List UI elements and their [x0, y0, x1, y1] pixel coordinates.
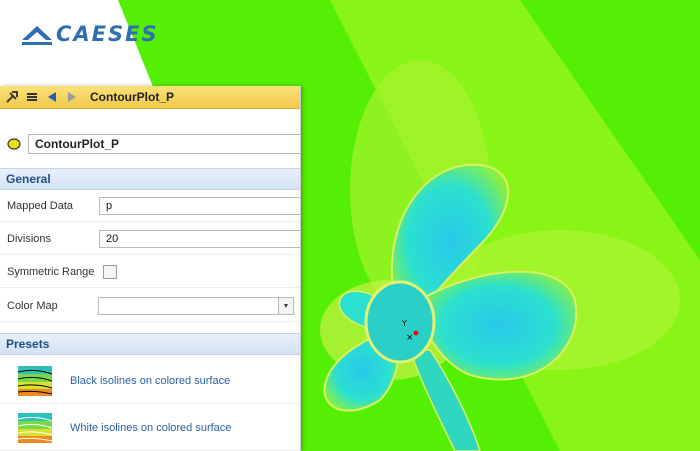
list-icon[interactable] [24, 89, 40, 105]
editor-title: ContourPlot_P [90, 90, 174, 104]
color-map-select[interactable]: ▼ [98, 297, 294, 315]
white-isolines-icon [18, 413, 52, 443]
chevron-down-icon[interactable]: ▼ [278, 298, 293, 314]
preset-item[interactable]: White isolines on colored surface [0, 406, 300, 451]
black-isolines-icon [18, 366, 52, 396]
symmetric-range-checkbox[interactable] [103, 265, 117, 279]
divisions-row: Divisions 20 [0, 224, 300, 255]
object-name-row: ContourPlot_P [6, 132, 300, 156]
tools-icon[interactable] [4, 89, 20, 105]
axis-origin-dot [413, 330, 419, 336]
forward-arrow-icon[interactable] [64, 89, 80, 105]
object-name-field[interactable]: ContourPlot_P [28, 134, 300, 154]
divisions-input[interactable]: 20 [99, 230, 300, 248]
contour-plot-icon [7, 138, 21, 150]
symmetric-range-label: Symmetric Range [7, 266, 95, 278]
divisions-label: Divisions [7, 233, 52, 245]
section-presets[interactable]: Presets [0, 333, 300, 355]
preset-label[interactable]: Black isolines on colored surface [70, 375, 230, 387]
symmetric-range-row: Symmetric Range [0, 257, 300, 288]
axis-y-label: Y [401, 319, 407, 328]
preset-label[interactable]: White isolines on colored surface [70, 422, 231, 434]
propeller-hub [364, 280, 436, 364]
preset-item[interactable]: Black isolines on colored surface [0, 359, 300, 404]
mapped-data-row: Mapped Data p [0, 191, 300, 222]
section-general[interactable]: General [0, 168, 300, 190]
axis-origin-marker: × [406, 333, 414, 343]
object-editor-panel: ContourPlot_P ContourPlot_P General Mapp… [0, 86, 301, 451]
color-map-label: Color Map [7, 300, 58, 312]
color-map-row: Color Map ▼ [0, 291, 300, 322]
logo-text: CAESES [56, 22, 159, 46]
mapped-data-label: Mapped Data [7, 200, 74, 212]
mapped-data-input[interactable]: p [99, 197, 300, 215]
logo-mark-icon [22, 26, 52, 45]
back-arrow-icon[interactable] [44, 89, 60, 105]
editor-toolbar: ContourPlot_P [0, 86, 300, 109]
caeses-logo: CAESES [22, 22, 159, 46]
